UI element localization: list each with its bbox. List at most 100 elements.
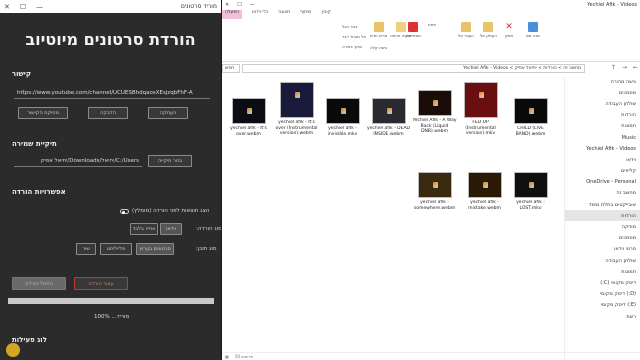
ribbon-open[interactable]: פתח [428, 22, 436, 27]
nav-item[interactable]: שולחן העבודה [565, 255, 640, 266]
file-item[interactable]: yechiel afik - mistake.webm [462, 172, 507, 211]
nav-item-selected[interactable]: הורדות [565, 210, 640, 222]
save-section-title: תיקיית שמירה [12, 140, 57, 148]
forward-arrow-icon[interactable]: → [622, 64, 627, 73]
explorer-maximize-icon[interactable]: ☐ [237, 2, 241, 8]
nav-item[interactable]: שולחן העבודה [565, 98, 640, 109]
video-thumbnail [417, 90, 452, 116]
file-grid: yechiel afik - It's over.webm yechiel af… [224, 80, 560, 350]
type-video-button[interactable]: וידאו [160, 223, 182, 235]
view-toggle-icon[interactable]: ▦ [225, 354, 229, 359]
downloader-window: מוריד סרטונים ✕ ☐ — הורדת סרטונים מיוטיו… [0, 0, 222, 360]
ribbon-rename[interactable]: שנה שם [526, 22, 540, 38]
save-path-field[interactable]: C:/Users/‏יחיאל/Downloads/‏יחיאל אפיק [14, 156, 142, 167]
video-thumbnail [513, 98, 548, 124]
tab-play[interactable]: הפעלה [222, 10, 243, 19]
move-icon [460, 22, 471, 32]
preview-toggle[interactable] [120, 209, 129, 214]
ribbon-delete[interactable]: ✕ מחק [504, 22, 514, 38]
explorer-titlebar: ✕ ☐ — Yechiel Afik - Videos [222, 0, 640, 10]
address-bar[interactable]: מחשב זה > הורדות > יחיאל אפיק > Yechiel … [242, 64, 585, 73]
nav-item[interactable]: מסמכים [565, 233, 640, 244]
progress-fill [8, 298, 214, 304]
nav-item[interactable]: Yechiel Afik - Videos [565, 143, 640, 154]
tab-view[interactable]: תצוגה [278, 10, 290, 19]
nav-item[interactable]: מחשב זה [565, 188, 640, 199]
nav-item[interactable]: (E:) דיסק מקומי [565, 300, 640, 311]
copy-button[interactable]: העתקה [148, 107, 188, 119]
ribbon-new-item[interactable]: פריט חדש [370, 22, 387, 38]
video-thumbnail [371, 98, 406, 124]
ribbon-select-none[interactable]: אל תבחר דבר [342, 34, 366, 39]
ribbon-copy-to[interactable]: העתק אל [480, 22, 497, 38]
nav-item[interactable]: OneDrive - Personal [565, 177, 640, 188]
nav-item[interactable]: סרטי וידאו [565, 244, 640, 255]
file-item[interactable]: yechiel afik - LOST.mkv [508, 172, 553, 211]
ribbon-properties[interactable]: מאפיינים [406, 22, 421, 38]
nav-item[interactable]: מסמכים [565, 87, 640, 98]
app-titlebar: מוריד סרטונים ✕ ☐ — [0, 0, 221, 13]
stop-download-button[interactable]: עצור הורדה [74, 277, 128, 290]
nav-item[interactable]: גישה מהירה [565, 76, 640, 87]
nav-item[interactable]: מוזיקה [565, 221, 640, 232]
type-audio-button[interactable]: אודיו בלבד [130, 223, 158, 235]
search-input[interactable]: חפש [222, 64, 240, 73]
nav-item[interactable]: רשת [565, 311, 640, 322]
content-song-button[interactable]: שיר [76, 243, 96, 255]
video-thumbnail [513, 172, 548, 198]
ribbon-tabs: קובץ שיתוף תצוגה כלי וידאו הפעלה [222, 10, 640, 19]
nav-item[interactable]: (D:) דיסק מקומי [565, 289, 640, 300]
status-item-count: 10 פריטים [234, 354, 253, 359]
close-icon[interactable]: ✕ [4, 3, 10, 11]
video-thumbnail [417, 172, 452, 198]
start-download-button[interactable]: התחל הורדה [12, 277, 66, 290]
nav-item[interactable]: Music [565, 132, 640, 143]
cursor-indicator [6, 343, 20, 357]
app-window-title: מוריד סרטונים [180, 3, 217, 10]
nav-item[interactable]: קליפים [565, 166, 640, 177]
tab-share[interactable]: שיתוף [300, 10, 311, 19]
file-item[interactable]: yechiel afik - somewhere.webm [412, 172, 457, 211]
file-item[interactable]: yechiel afik - invisible.mkv [320, 98, 365, 137]
file-item[interactable]: yechiel afik - It's over.webm [226, 98, 271, 137]
back-arrow-icon[interactable]: ← [633, 64, 638, 73]
nav-item[interactable]: וידאו [565, 154, 640, 165]
ribbon-toolbar: פריט חדש גישה קלה תיקיה חדשה מאפיינים פת… [222, 19, 640, 62]
ribbon-select-all[interactable]: בחר הכל [342, 24, 357, 29]
explorer-statusbar: ▦ 10 פריטים [222, 352, 640, 360]
file-item[interactable]: CHILD (LIVE BAND).webm [508, 98, 553, 137]
content-playlist-button[interactable]: פלייליסט [100, 243, 132, 255]
url-field[interactable]: https://www.youtube.com/channel/UCUESBhd… [14, 88, 210, 99]
nav-item[interactable]: דיסק מקומי (C:) [565, 277, 640, 288]
clear-link-button[interactable]: מחיקת הקישור [18, 107, 68, 119]
nav-item[interactable]: תמונות [565, 121, 640, 132]
file-item[interactable]: yechiel afik - It's over (Instrumental v… [274, 82, 319, 137]
video-thumbnail [463, 82, 498, 118]
ribbon-move-to[interactable]: העבר אל [458, 22, 474, 38]
file-item[interactable]: Yechiel Afik - A Way Back (Liquid DNB).w… [412, 90, 457, 135]
ribbon-invert-selection[interactable]: הפוך בחירה [342, 44, 362, 49]
link-section-title: קישור [11, 70, 31, 78]
file-item[interactable]: FED UP (Instrumental version).mkv [458, 82, 503, 137]
download-progress-bar [8, 298, 214, 304]
page-title: הורדת סרטונים מיוטיוב [25, 30, 196, 49]
tab-file[interactable]: קובץ [321, 10, 330, 19]
ribbon-easy-access[interactable]: גישה קלה [370, 45, 387, 50]
maximize-icon[interactable]: ☐ [20, 3, 26, 11]
explorer-close-icon[interactable]: ✕ [225, 2, 229, 8]
explorer-minimize-icon[interactable]: — [250, 2, 255, 8]
paste-button[interactable]: הדבקה [88, 107, 128, 119]
rename-icon [527, 22, 538, 32]
nav-item[interactable]: תמונות [565, 266, 640, 277]
download-type-label: סוג הורדה: [196, 226, 222, 232]
nav-item[interactable]: הורדות [565, 110, 640, 121]
browse-folder-button[interactable]: בחר תיקייה [148, 155, 192, 167]
tab-video-tools[interactable]: כלי וידאו [252, 10, 268, 19]
up-arrow-icon[interactable]: ↑ [611, 64, 616, 73]
folder-icon [395, 22, 406, 32]
file-item[interactable]: yechiel afik - DEAD INSIDE.webm [366, 98, 411, 137]
content-channel-button[interactable]: סרטונים בערוץ [136, 243, 174, 255]
video-thumbnail [279, 82, 314, 118]
minimize-icon[interactable]: — [36, 3, 43, 11]
nav-item[interactable]: אובייקטים בתלת מימד [565, 199, 640, 210]
